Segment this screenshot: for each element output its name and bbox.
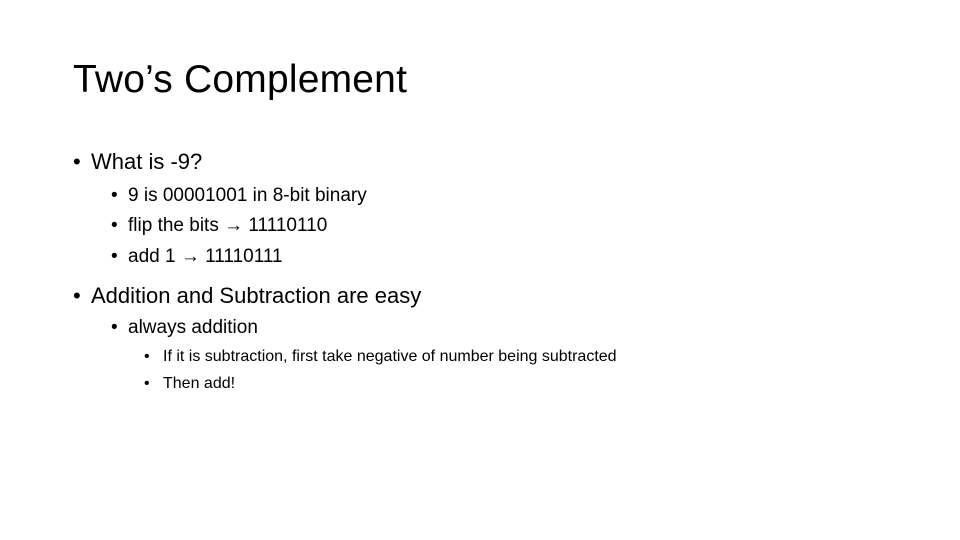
slide-title: Two’s Complement [73, 58, 408, 101]
bullet-text: What is -9? [91, 149, 203, 174]
bullet-icon: • [111, 185, 118, 206]
bullet-item-level3: • Then add! [144, 374, 236, 394]
bullet-item-level2: • flip the bits → 11110110 [111, 214, 328, 238]
bullet-item-level1: • Addition and Subtraction are easy [73, 282, 422, 310]
bullet-item-level1: • What is -9? [73, 148, 203, 176]
bullet-icon: • [144, 348, 150, 365]
bullet-icon: • [144, 375, 150, 392]
bullet-text: add 1 → 11110111 [128, 246, 283, 267]
bullet-text: 9 is 00001001 in 8-bit binary [128, 185, 367, 206]
bullet-text: flip the bits → 11110110 [128, 215, 328, 236]
bullet-icon: • [111, 246, 118, 267]
bullet-icon: • [73, 283, 81, 308]
bullet-icon: • [73, 149, 81, 174]
slide: Two’s Complement • What is -9? • 9 is 00… [0, 0, 960, 540]
bullet-item-level3: • If it is subtraction, first take negat… [144, 347, 617, 367]
bullet-icon: • [111, 215, 118, 236]
bullet-text: always addition [128, 317, 258, 338]
bullet-text: Then add! [163, 375, 236, 392]
bullet-item-level2: • add 1 → 11110111 [111, 245, 283, 269]
bullet-text: If it is subtraction, first take negativ… [163, 348, 617, 365]
bullet-item-level2: • 9 is 00001001 in 8-bit binary [111, 184, 367, 208]
bullet-text: Addition and Subtraction are easy [91, 283, 422, 308]
bullet-icon: • [111, 317, 118, 338]
bullet-item-level2: • always addition [111, 316, 258, 340]
